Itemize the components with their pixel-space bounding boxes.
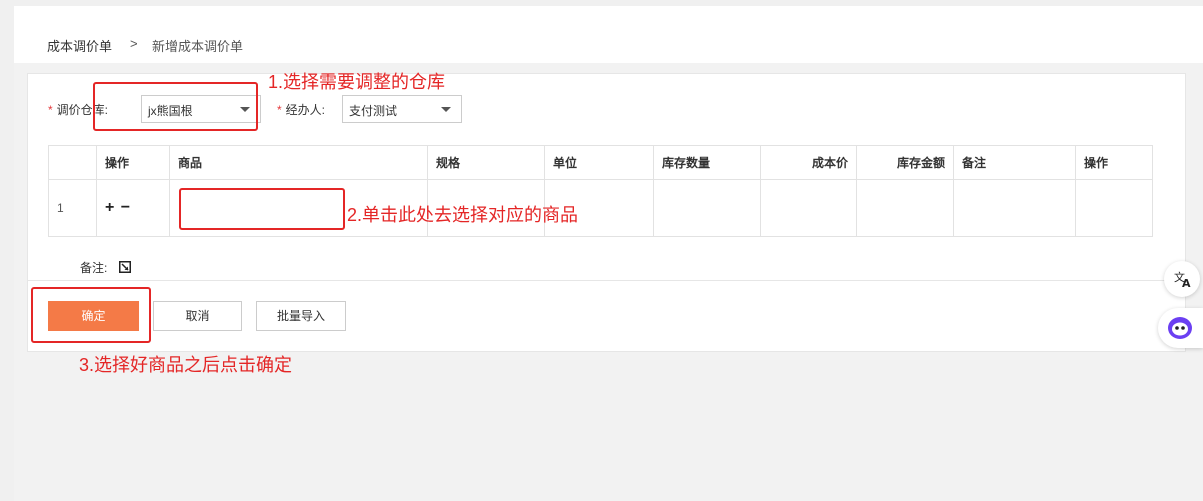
edit-icon[interactable] (119, 261, 131, 273)
breadcrumb-root[interactable]: 成本调价单 (47, 36, 112, 55)
col-unit: 单位 (544, 145, 654, 180)
col-stock-qty: 库存数量 (653, 145, 761, 180)
col-index (48, 145, 97, 180)
col-remark: 备注 (953, 145, 1076, 180)
assistant-icon (1168, 317, 1192, 339)
add-remove-row-icons[interactable]: + − (105, 199, 131, 216)
col-ops: 操作 (96, 145, 170, 180)
annotation-step1: 1.选择需要调整的仓库 (268, 72, 446, 92)
op-cell (1075, 179, 1153, 237)
assistant-button[interactable] (1158, 308, 1203, 348)
page-header: 成本调价单 > 新增成本调价单 (14, 6, 1203, 63)
stock-qty-cell (653, 179, 761, 237)
remark-label: 备注: (80, 261, 108, 275)
handler-label: * 经办人: (277, 101, 325, 118)
translate-icon: 文 A (1174, 270, 1191, 290)
cancel-button[interactable]: 取消 (153, 301, 242, 331)
col-op: 操作 (1075, 145, 1153, 180)
annotation-box-warehouse (93, 82, 258, 131)
breadcrumb-separator: > (130, 36, 138, 51)
annotation-box-confirm (31, 287, 151, 343)
chevron-down-icon (441, 107, 451, 112)
required-mark: * (277, 103, 282, 117)
annotation-step3: 3.选择好商品之后点击确定 (79, 355, 293, 375)
stock-amount-cell (856, 179, 954, 237)
handler-select[interactable]: 支付测试 (342, 95, 462, 123)
svg-text:A: A (1182, 277, 1191, 290)
handler-select-value: 支付测试 (349, 104, 398, 118)
col-stock-amount: 库存金额 (856, 145, 954, 180)
page: 成本调价单 > 新增成本调价单 * 调价仓库: jx熊国根 * 经办人: 支付测试 (14, 6, 1203, 501)
required-mark: * (48, 103, 53, 117)
col-cost: 成本价 (760, 145, 857, 180)
col-spec: 规格 (427, 145, 545, 180)
row-index: 1 (48, 179, 97, 237)
translate-button[interactable]: 文 A (1164, 261, 1200, 297)
row-ops: + − (96, 179, 170, 237)
breadcrumb-current: 新增成本调价单 (152, 39, 244, 54)
handler-label-text: 经办人: (285, 103, 326, 117)
col-product: 商品 (169, 145, 428, 180)
cost-cell[interactable] (760, 179, 857, 237)
table-header-row: 操作 商品 规格 单位 库存数量 成本价 库存金额 备注 操作 (48, 145, 1153, 180)
divider (28, 280, 1185, 281)
remark-cell[interactable] (953, 179, 1076, 237)
batch-import-button[interactable]: 批量导入 (256, 301, 346, 331)
annotation-step2: 2.单击此处去选择对应的商品 (347, 205, 579, 225)
annotation-box-product (179, 188, 345, 230)
